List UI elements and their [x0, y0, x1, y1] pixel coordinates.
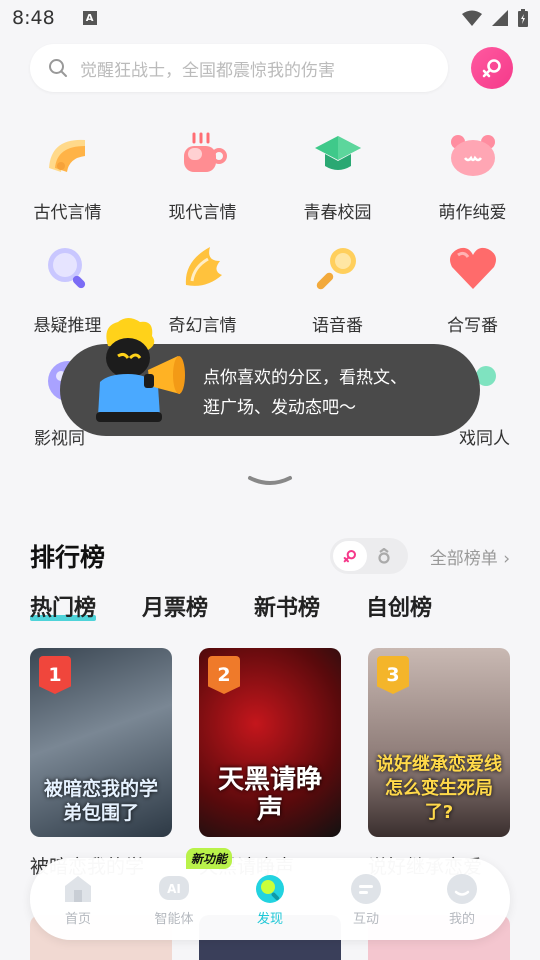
heart-icon: [449, 247, 496, 289]
nav-label: 首页: [64, 912, 91, 927]
discover-icon: [256, 875, 284, 903]
microphone-icon: [316, 248, 356, 290]
wing-icon: [185, 247, 222, 286]
tab-monthly[interactable]: 月票榜: [142, 590, 208, 622]
category-campus[interactable]: 青春校园: [270, 128, 405, 223]
magnifier-icon: [47, 248, 85, 289]
nav-label: 我的: [448, 912, 475, 927]
status-time: 8:48: [12, 7, 55, 29]
notification-a-icon: A: [82, 11, 97, 25]
nav-ai-agent[interactable]: 新功能 AI 智能体: [126, 848, 233, 940]
bottom-nav: 首页 新功能 AI 智能体 发现 互动 我的: [30, 848, 510, 940]
wifi-icon: [462, 10, 482, 26]
status-bar: 8:48 A: [0, 0, 540, 36]
expand-chevron-icon[interactable]: [246, 474, 294, 490]
category-ancient-romance[interactable]: 古代言情: [0, 128, 135, 223]
nav-label: 发现: [256, 912, 283, 927]
tooltip-line-1: 点你喜欢的分区，看热文、: [203, 368, 407, 388]
nav-label: 互动: [352, 912, 379, 927]
chevron-right-icon: ›: [503, 548, 510, 569]
all-rankings-label: 全部榜单: [429, 548, 498, 569]
chat-icon: [351, 874, 381, 904]
rank-badge: 2: [208, 656, 240, 694]
svg-text:AI: AI: [167, 882, 181, 896]
category-label: 古代言情: [33, 203, 102, 223]
bear-icon: [450, 135, 495, 176]
rank-badge: 1: [39, 656, 71, 694]
category-label: 语音番: [312, 316, 363, 336]
gender-switch-button[interactable]: [471, 47, 513, 89]
nav-label: 智能体: [154, 912, 194, 927]
category-cute-bl[interactable]: 萌作纯爱: [405, 128, 540, 223]
graduation-cap-icon: [314, 136, 361, 170]
category-label: 现代言情: [168, 203, 237, 223]
mascot-illustration: [96, 318, 185, 422]
ranking-title: 排行榜: [30, 543, 106, 572]
nav-profile[interactable]: 我的: [414, 858, 510, 940]
profile-icon: [447, 874, 477, 904]
coffee-cup-icon: [183, 132, 227, 172]
search-row: 觉醒狂战士，全国都震惊我的伤害: [30, 44, 520, 92]
ranking-gender-toggle[interactable]: [329, 538, 408, 574]
book-cover[interactable]: 1 被暗恋我的学弟包围了: [30, 648, 172, 837]
ranking-tabs: 热门榜 月票榜 新书榜 自创榜: [30, 590, 432, 622]
cover-title: 被暗恋我的学弟包围了: [43, 778, 158, 824]
nav-interact[interactable]: 互动: [318, 858, 414, 940]
search-icon: [49, 59, 67, 77]
nav-discover[interactable]: 发现: [222, 858, 318, 940]
category-label: 青春校园: [303, 203, 372, 223]
book-cover[interactable]: 3 说好继承恋爱线怎么变生死局了?: [368, 648, 510, 837]
category-voice-drama[interactable]: 语音番: [270, 241, 405, 336]
book-cover[interactable]: 2 天黑请睁声: [199, 648, 341, 837]
category-label: 萌作纯爱: [438, 203, 507, 223]
toggle-male-option[interactable]: [367, 541, 401, 571]
tab-hot[interactable]: 热门榜: [30, 590, 97, 622]
search-placeholder: 觉醒狂战士，全国都震惊我的伤害: [80, 60, 335, 81]
home-icon: [65, 876, 91, 902]
rank-badge: 3: [377, 656, 409, 694]
tab-original[interactable]: 自创榜: [366, 590, 432, 622]
toggle-female-option[interactable]: [332, 541, 367, 571]
battery-icon: [518, 9, 528, 27]
female-icon: [482, 59, 501, 78]
all-rankings-link[interactable]: 全部榜单 ›: [430, 544, 510, 569]
category-label: 合写番: [447, 316, 498, 336]
category-modern-romance[interactable]: 现代言情: [135, 128, 270, 223]
fan-icon: [48, 139, 85, 172]
nav-home[interactable]: 首页: [30, 858, 126, 940]
signal-icon: [492, 10, 508, 26]
ranking-header: 排行榜 全部榜单 ›: [30, 536, 510, 576]
male-icon: [378, 548, 390, 564]
status-icons: [462, 9, 528, 27]
female-icon: [343, 550, 356, 563]
tab-new[interactable]: 新书榜: [254, 590, 320, 622]
tooltip-line-2: 逛广场、发动态吧～: [203, 398, 356, 418]
cover-title: 说好继承恋爱线怎么变生死局了?: [376, 754, 502, 823]
category-co-writing[interactable]: 合写番: [405, 241, 540, 336]
search-input[interactable]: 觉醒狂战士，全国都震惊我的伤害: [30, 44, 448, 92]
cover-title: 天黑请睁声: [217, 765, 322, 825]
ai-icon: AI: [159, 876, 189, 900]
